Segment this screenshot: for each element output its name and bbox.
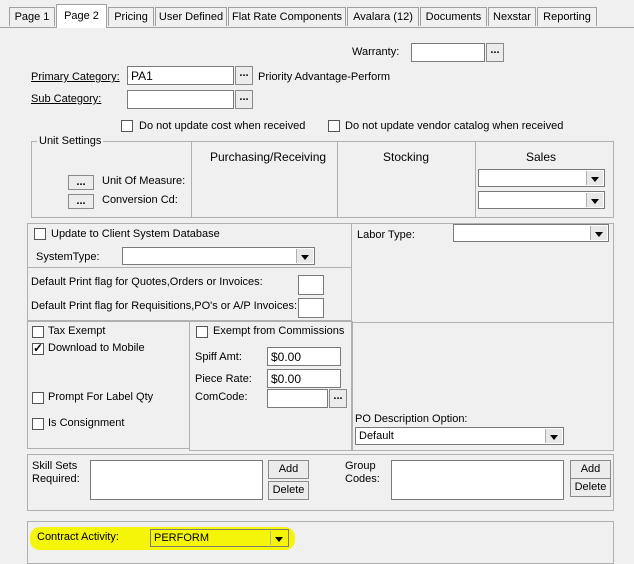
- sales-header: Sales: [526, 150, 557, 164]
- print-flag-quotes-field[interactable]: [298, 275, 324, 295]
- primary-category-lookup-button[interactable]: ...: [235, 66, 253, 85]
- update-client-checkbox[interactable]: [34, 228, 46, 240]
- contract-activity-value: PERFORM: [154, 532, 209, 544]
- group-codes-delete-button[interactable]: Delete: [570, 478, 611, 497]
- skill-sets-label-line2: Required:: [32, 473, 80, 485]
- comcode-label: ComCode:: [195, 391, 248, 403]
- primary-category-field[interactable]: PA1: [127, 66, 234, 85]
- prompt-label-qty-label: Prompt For Label Qty: [48, 391, 154, 403]
- skill-sets-list[interactable]: [90, 460, 263, 500]
- sub-category-field[interactable]: [127, 90, 234, 109]
- unit-settings-title: Unit Settings: [37, 135, 104, 147]
- contract-activity-select[interactable]: PERFORM: [150, 529, 289, 547]
- item-flags-group: [27, 321, 190, 449]
- exempt-commissions-label: Exempt from Commissions: [213, 325, 345, 337]
- spiff-amt-label: Spiff Amt:: [195, 351, 242, 363]
- chevron-down-icon: [545, 429, 562, 443]
- warranty-label: Warranty:: [352, 46, 400, 58]
- chevron-down-icon: [586, 171, 603, 185]
- po-description-label: PO Description Option:: [355, 413, 468, 425]
- system-type-label: SystemType:: [36, 251, 100, 263]
- tab-nexstar[interactable]: Nexstar: [488, 7, 536, 26]
- comcode-field[interactable]: [267, 389, 328, 408]
- tab-flat-rate-components[interactable]: Flat Rate Components: [228, 7, 346, 26]
- tab-pricing[interactable]: Pricing: [108, 7, 154, 26]
- comcode-lookup-button[interactable]: ...: [329, 389, 347, 408]
- unit-of-measure-button[interactable]: ...: [68, 175, 94, 190]
- chevron-down-icon: [296, 249, 313, 263]
- system-type-select[interactable]: [122, 247, 315, 265]
- piece-rate-field[interactable]: $0.00: [267, 369, 341, 388]
- tab-avalara[interactable]: Avalara (12): [347, 7, 419, 26]
- unit-of-measure-label: Unit Of Measure:: [102, 175, 186, 187]
- sales-conversion-select[interactable]: [478, 191, 605, 209]
- tax-exempt-checkbox[interactable]: [32, 326, 44, 338]
- chevron-down-icon: [270, 531, 287, 545]
- tab-user-defined[interactable]: User Defined: [155, 7, 227, 26]
- no-update-vendor-label: Do not update vendor catalog when receiv…: [345, 120, 564, 132]
- skill-sets-label-line1: Skill Sets: [32, 460, 78, 472]
- chevron-down-icon: [586, 193, 603, 207]
- group-codes-add-button[interactable]: Add: [570, 460, 611, 479]
- labor-type-select[interactable]: [453, 224, 609, 242]
- tax-exempt-label: Tax Exempt: [48, 325, 106, 337]
- no-update-cost-checkbox[interactable]: [121, 120, 133, 132]
- primary-category-label: Primary Category:: [31, 71, 120, 83]
- skill-sets-add-button[interactable]: Add: [268, 460, 309, 479]
- tab-page-1[interactable]: Page 1: [9, 7, 55, 26]
- group-codes-list[interactable]: [391, 460, 564, 500]
- prompt-label-qty-checkbox[interactable]: [32, 392, 44, 404]
- contract-activity-label: Contract Activity:: [37, 531, 119, 543]
- group-codes-label-line2: Codes:: [345, 473, 380, 485]
- tab-page-2[interactable]: Page 2: [56, 4, 107, 28]
- no-update-cost-label: Do not update cost when received: [139, 120, 306, 132]
- exempt-commissions-checkbox[interactable]: [196, 326, 208, 338]
- tab-reporting[interactable]: Reporting: [537, 7, 597, 26]
- po-description-select[interactable]: Default: [355, 427, 564, 445]
- group-codes-label-line1: Group: [345, 460, 376, 472]
- purchasing-receiving-header: Purchasing/Receiving: [210, 150, 327, 164]
- primary-category-description: Priority Advantage-Perform: [258, 71, 391, 83]
- labor-type-label: Labor Type:: [357, 229, 415, 241]
- update-client-label: Update to Client System Database: [51, 228, 220, 240]
- is-consignment-checkbox[interactable]: [32, 418, 44, 430]
- no-update-vendor-checkbox[interactable]: [328, 120, 340, 132]
- warranty-field[interactable]: [411, 43, 485, 62]
- conversion-cd-button[interactable]: ...: [68, 194, 94, 209]
- print-flag-requisitions-label: Default Print flag for Requisitions,PO's…: [31, 300, 298, 312]
- spiff-amt-field[interactable]: $0.00: [267, 347, 341, 366]
- print-flag-quotes-label: Default Print flag for Quotes,Orders or …: [31, 276, 263, 288]
- sales-uom-select[interactable]: [478, 169, 605, 187]
- download-mobile-checkbox[interactable]: [32, 341, 44, 355]
- warranty-lookup-button[interactable]: ...: [486, 43, 504, 62]
- chevron-down-icon: [590, 226, 607, 240]
- tab-documents[interactable]: Documents: [420, 7, 487, 26]
- conversion-cd-label: Conversion Cd:: [102, 194, 178, 206]
- sub-category-lookup-button[interactable]: ...: [235, 90, 253, 109]
- download-mobile-label: Download to Mobile: [48, 342, 145, 354]
- piece-rate-label: Piece Rate:: [195, 373, 252, 385]
- is-consignment-label: Is Consignment: [48, 417, 125, 429]
- skill-sets-delete-button[interactable]: Delete: [268, 481, 309, 500]
- print-flag-requisitions-field[interactable]: [298, 298, 324, 318]
- stocking-header: Stocking: [383, 150, 430, 164]
- po-description-value: Default: [359, 430, 394, 442]
- sub-category-label: Sub Category:: [31, 93, 102, 105]
